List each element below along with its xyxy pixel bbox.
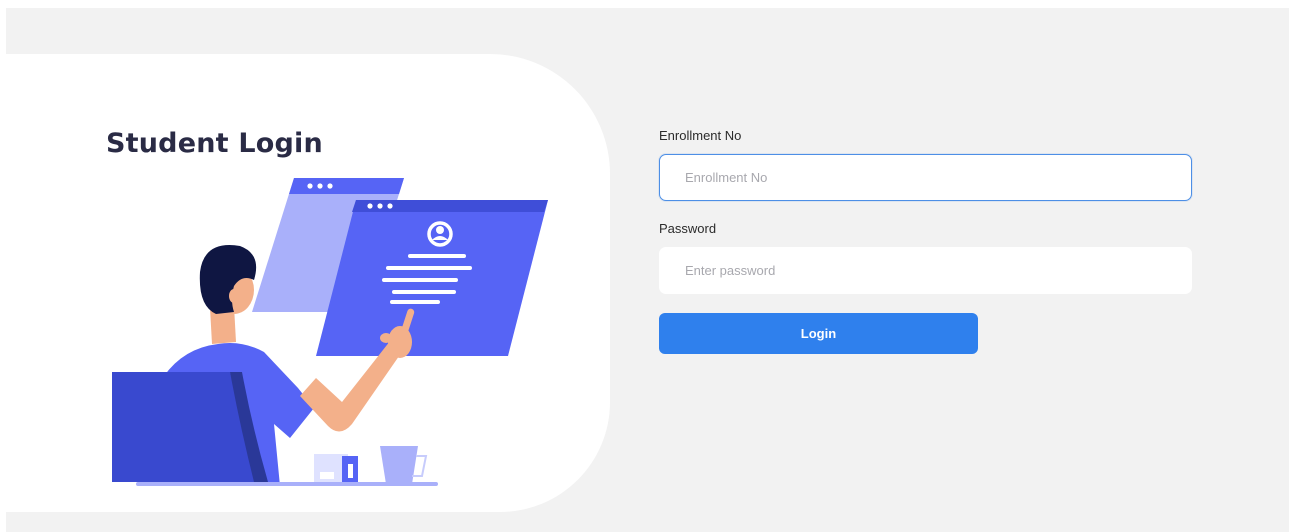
page-title: Student Login — [106, 128, 323, 159]
login-form: Enrollment No Password Login — [659, 128, 1192, 354]
password-input[interactable] — [659, 247, 1192, 294]
page-background: Student Login Enrollment No Enrollment N… — [6, 8, 1289, 532]
password-label: Password — [659, 221, 717, 236]
chair-illustration — [112, 372, 268, 482]
enrollment-label: Enrollment No — [659, 128, 742, 143]
front-window-illustration — [316, 200, 548, 356]
enrollment-input[interactable] — [659, 154, 1192, 201]
person-at-computer-illustration — [112, 178, 548, 486]
illustration-card: Student Login — [6, 54, 610, 512]
login-button[interactable]: Login — [659, 313, 978, 354]
